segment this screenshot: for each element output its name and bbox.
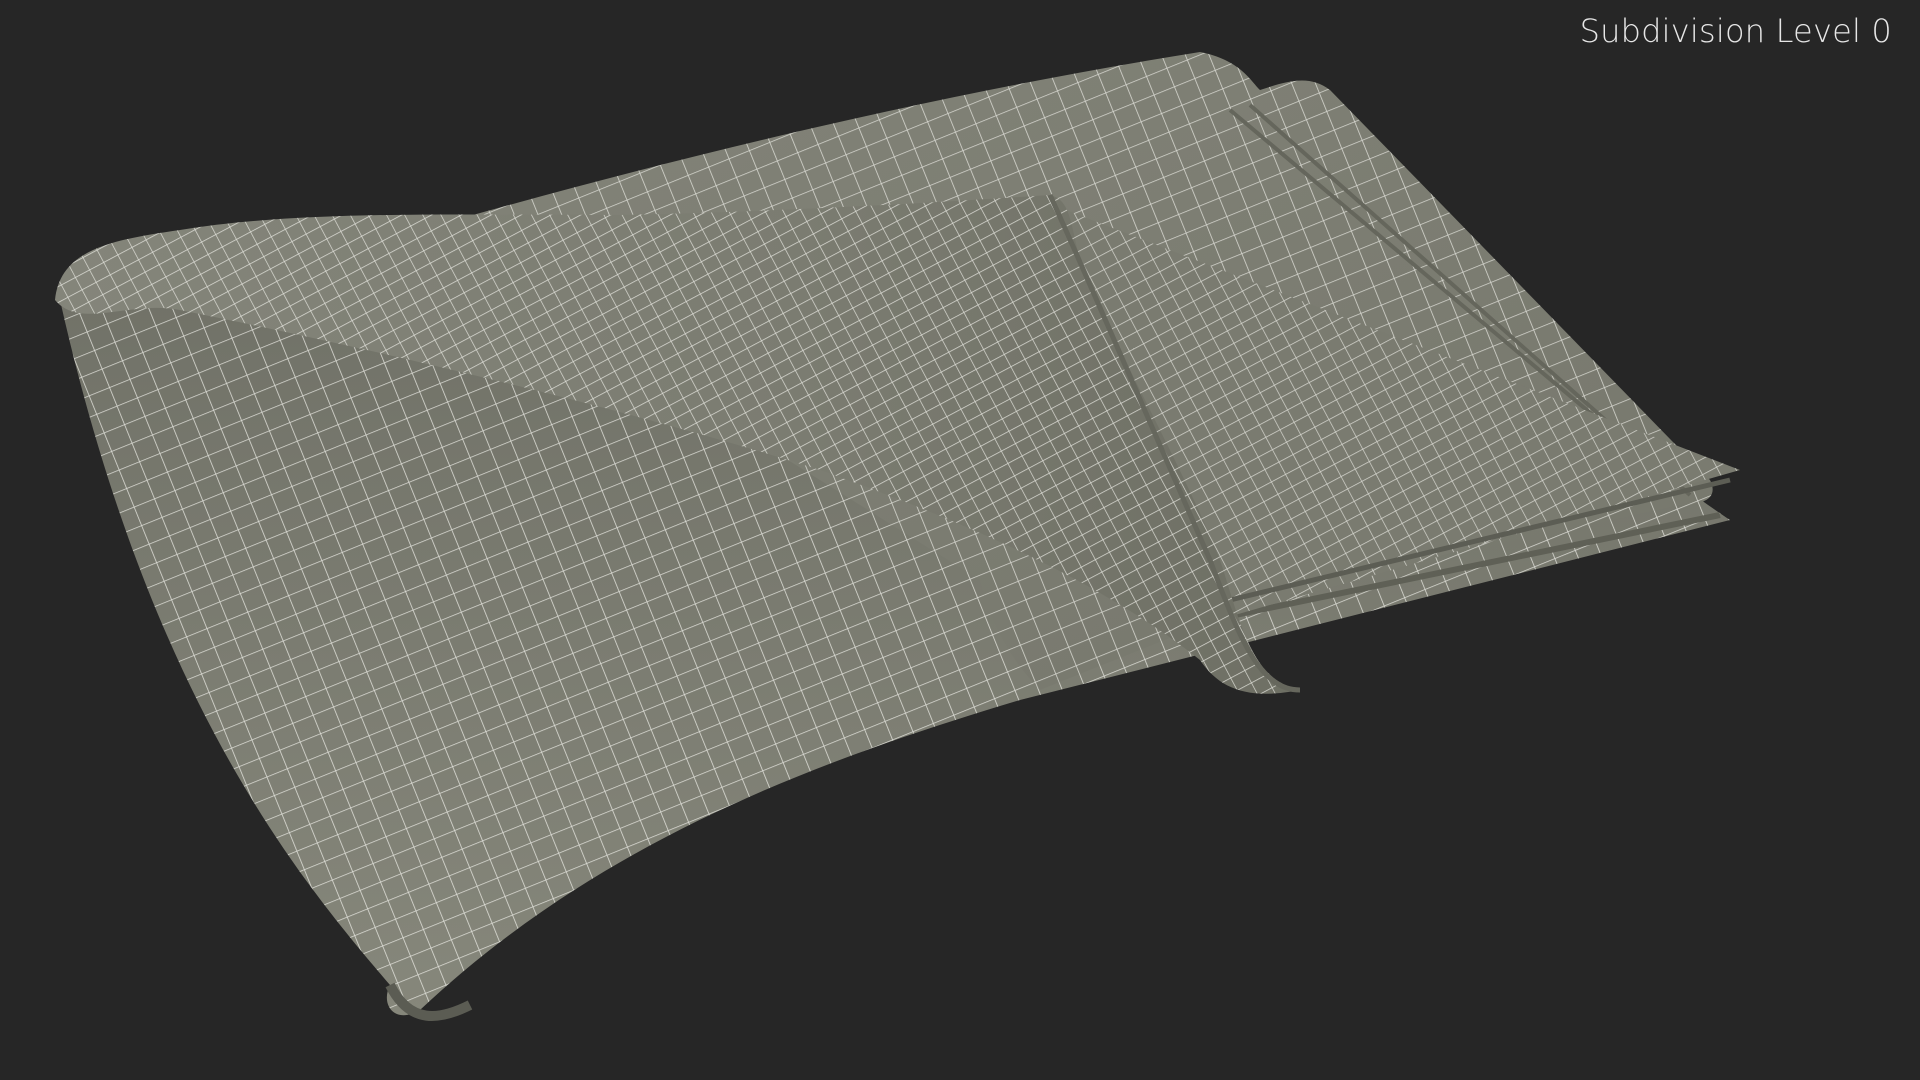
folded-cloth-wireframe-render <box>55 52 1740 1021</box>
subdivision-level-label: Subdivision Level 0 <box>1579 12 1892 50</box>
render-viewport: Subdivision Level 0 <box>0 0 1920 1080</box>
